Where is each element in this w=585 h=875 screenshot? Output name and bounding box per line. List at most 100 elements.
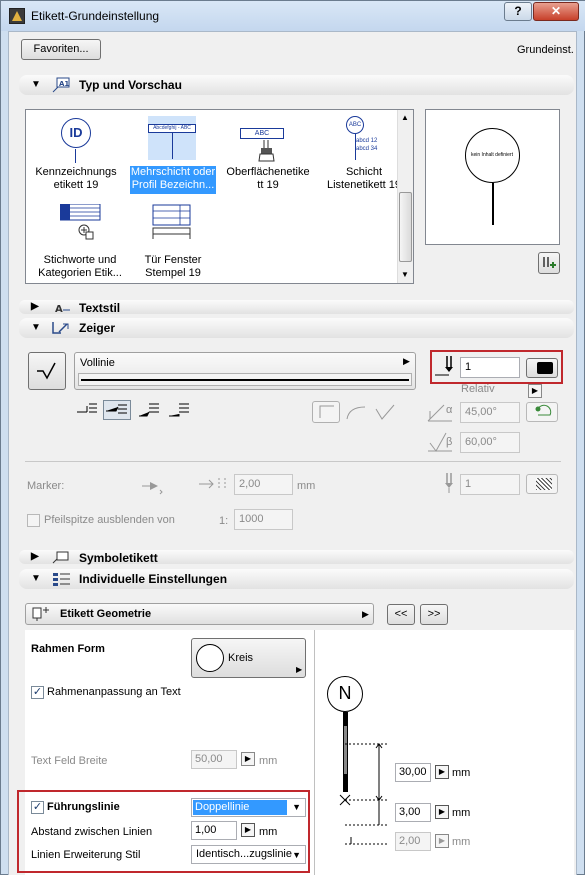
- type-item-door-window[interactable]: Tür Fenster Stempel 19: [138, 202, 208, 282]
- type-label: Profil Bezeichn...: [131, 179, 215, 191]
- close-button[interactable]: ✕: [533, 2, 579, 21]
- unit-label: mm: [452, 767, 471, 779]
- dim-offset-field[interactable]: 2,00: [395, 832, 431, 851]
- preset-label: Grundeinst.: [517, 44, 574, 56]
- custom-panel: Rahmen Form Kreis ▶ ✓ Rahmenanpassung an…: [17, 630, 574, 875]
- collapse-triangle-icon: ▶: [31, 301, 39, 312]
- scale-prefix: 1:: [219, 515, 229, 527]
- scroll-thumb[interactable]: [399, 192, 412, 262]
- pointer-style-middle-icon[interactable]: [103, 400, 131, 420]
- section-header-textstyle[interactable]: ▶ A Textstil: [19, 300, 574, 315]
- panel-selector[interactable]: Etikett Geometrie ▶: [25, 603, 374, 625]
- dialog-window: Etikett-Grundeinstellung ? ✕ Favoriten..…: [0, 0, 585, 875]
- unit-label: mm: [452, 836, 471, 848]
- favorites-button[interactable]: Favoriten...: [21, 39, 101, 60]
- circle-shape-icon: [196, 644, 224, 672]
- unit-label: mm: [259, 755, 278, 767]
- leader-type-value: Doppellinie: [193, 800, 287, 815]
- leader-checkbox[interactable]: ✓: [31, 801, 44, 814]
- add-preview-button[interactable]: [538, 252, 560, 274]
- list-scrollbar[interactable]: ▲ ▼: [397, 110, 413, 283]
- unit-toggle-icon[interactable]: ▶: [241, 752, 255, 766]
- marker-label: Marker:: [27, 480, 65, 492]
- pointer-style-left-icon[interactable]: [75, 400, 99, 420]
- svg-text:A: A: [55, 304, 63, 314]
- pointer-style-bottom-icon[interactable]: [167, 400, 191, 420]
- scroll-up-icon[interactable]: ▲: [401, 113, 409, 122]
- text-width-field[interactable]: 50,00: [191, 750, 237, 769]
- type-list[interactable]: ID Kennzeichnungs etikett 19 Abcdefghij …: [25, 109, 414, 284]
- extension-label: Linien Erweiterung Stil: [31, 849, 141, 861]
- corner-shape-button[interactable]: [312, 401, 340, 423]
- alpha-angle-field[interactable]: 45,00°: [460, 402, 520, 423]
- type-item-layered[interactable]: Abcdefghij - ABC Mehrschicht oder Profil…: [128, 114, 218, 196]
- unit-label: mm: [259, 826, 278, 838]
- pointer-style-right-icon[interactable]: [137, 400, 161, 420]
- label-type-icon: A1: [51, 77, 71, 93]
- unit-toggle-icon[interactable]: ▶: [435, 834, 449, 848]
- section-header-symbol[interactable]: ▶ Symboletikett: [19, 550, 574, 566]
- type-item-keywords[interactable]: Stichworte und Kategorien Etik...: [28, 202, 132, 282]
- window-title: Etikett-Grundeinstellung: [31, 9, 160, 23]
- expand-triangle-icon: ▼: [31, 322, 41, 333]
- angle-shape-icon[interactable]: [374, 403, 398, 421]
- marker-size-icon: [197, 474, 231, 494]
- beta-angle-field[interactable]: 60,00°: [460, 432, 520, 453]
- frame-form-button[interactable]: Kreis ▶: [191, 638, 306, 678]
- frame-fit-label: Rahmenanpassung an Text: [47, 686, 181, 698]
- dim-gap-field[interactable]: 3,00: [395, 803, 431, 822]
- collapse-triangle-icon: ▶: [31, 551, 39, 562]
- pen-number-field[interactable]: 1: [460, 357, 520, 378]
- unit-toggle-icon[interactable]: ▶: [435, 805, 449, 819]
- relative-label: Relativ: [461, 383, 495, 395]
- symbol-label-icon: [51, 550, 71, 566]
- next-panel-button[interactable]: >>: [420, 604, 448, 625]
- marker-size-field[interactable]: 2,00: [234, 474, 293, 495]
- scale-field[interactable]: 1000: [234, 509, 293, 530]
- id-tag-icon: ID: [61, 118, 91, 148]
- pen-icon: [435, 355, 457, 377]
- section-header-pointer[interactable]: ▼ Zeiger: [19, 318, 574, 338]
- extension-dropdown[interactable]: Identisch...zugslinie ▼: [191, 845, 306, 864]
- linetype-selector[interactable]: Vollinie ▶: [74, 352, 416, 390]
- surface-tag-icon: ABC: [240, 128, 284, 139]
- leader-type-dropdown[interactable]: Doppellinie ▼: [191, 798, 306, 817]
- unit-toggle-icon[interactable]: ▶: [435, 765, 449, 779]
- svg-text:A1: A1: [59, 80, 69, 88]
- vertical-divider: [314, 630, 315, 875]
- frame-form-value: Kreis: [228, 652, 254, 664]
- curve-shape-icon[interactable]: [345, 403, 369, 421]
- dimension-lines: [345, 743, 387, 845]
- dropdown-arrow-icon: ▶: [296, 665, 303, 674]
- marker-fill-button[interactable]: [526, 474, 558, 494]
- section-title: Textstil: [79, 301, 121, 315]
- type-item-id[interactable]: ID Kennzeichnungs etikett 19: [28, 114, 124, 196]
- leader-label: Führungslinie: [47, 801, 120, 813]
- type-item-surface[interactable]: ABC Oberflächenetike tt 19: [220, 114, 316, 196]
- unit-toggle-icon[interactable]: ▶: [241, 823, 255, 837]
- linetype-preview: [78, 373, 412, 386]
- layer-list-text: abcd 12: [356, 138, 378, 144]
- previous-panel-button[interactable]: <<: [387, 604, 415, 625]
- door-window-stamp-icon: [152, 204, 192, 240]
- help-button[interactable]: ?: [504, 2, 532, 21]
- pointer-type-button[interactable]: [28, 352, 66, 390]
- angle-toggle-button[interactable]: [526, 402, 558, 422]
- scroll-down-icon[interactable]: ▼: [401, 270, 409, 279]
- spacing-field[interactable]: 1,00: [191, 821, 237, 840]
- brush-icon: [258, 140, 278, 162]
- section-header-type-preview[interactable]: ▼ A1 Typ und Vorschau: [19, 75, 574, 95]
- section-header-custom[interactable]: ▼ Individuelle Einstellungen: [19, 569, 574, 589]
- marker-arrow-icon[interactable]: [140, 476, 164, 496]
- hide-arrow-checkbox[interactable]: [27, 514, 40, 527]
- add-icon: [78, 224, 94, 240]
- pen-color-button[interactable]: [526, 358, 558, 378]
- panel-label: Etikett Geometrie: [60, 608, 152, 620]
- frame-form-label: Rahmen Form: [31, 643, 105, 655]
- layer-list-tag-icon: ABC: [346, 116, 364, 134]
- frame-fit-checkbox[interactable]: ✓: [31, 686, 44, 699]
- relative-toggle-icon[interactable]: ▶: [528, 384, 542, 398]
- marker-pen-field[interactable]: 1: [460, 474, 520, 495]
- dim-height-field[interactable]: 30,00: [395, 763, 431, 782]
- unit-label: mm: [297, 480, 316, 492]
